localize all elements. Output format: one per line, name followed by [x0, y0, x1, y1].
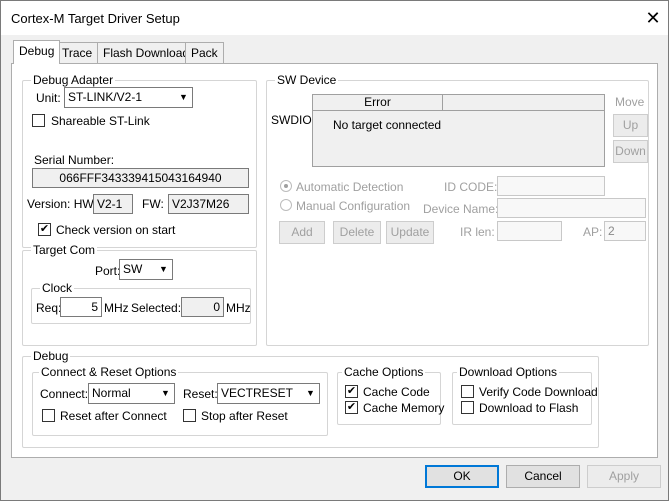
req-unit-label: MHz — [104, 301, 129, 315]
automatic-detection-radio[interactable] — [280, 180, 292, 192]
ap-field[interactable]: 2 — [604, 221, 646, 241]
chevron-down-icon: ▼ — [179, 92, 188, 102]
cache-memory-label: Cache Memory — [363, 401, 445, 415]
shareable-stlink-checkbox[interactable] — [32, 114, 45, 127]
id-code-field[interactable] — [497, 176, 605, 196]
download-to-flash-label: Download to Flash — [479, 401, 579, 415]
verify-code-download-label: Verify Code Download — [479, 385, 598, 399]
target-com-group: Target Com Port: SW ▼ Clock Req: 5 MHz S… — [22, 243, 257, 346]
port-label: Port: — [95, 264, 121, 278]
connect-reset-group: Connect & Reset Options Connect: Normal … — [32, 365, 328, 436]
verify-code-download-checkbox[interactable] — [461, 385, 474, 398]
check-version-checkbox[interactable]: ✔ — [38, 223, 51, 236]
connect-value: Normal — [92, 386, 131, 400]
add-button[interactable]: Add — [279, 221, 325, 244]
ir-len-label: IR len: — [460, 225, 495, 239]
port-value: SW — [123, 262, 143, 276]
unit-select[interactable]: ST-LINK/V2-1 ▼ — [64, 87, 193, 108]
stop-after-reset-checkbox[interactable] — [183, 409, 196, 422]
cache-code-label: Cache Code — [363, 385, 430, 399]
ir-len-field[interactable] — [497, 221, 562, 241]
dialog-title: Cortex-M Target Driver Setup — [11, 11, 180, 26]
debug-adapter-group: Debug Adapter Unit: ST-LINK/V2-1 ▼ Share… — [22, 73, 257, 248]
dialog-window: Cortex-M Target Driver Setup ✕ Debug Tra… — [0, 0, 669, 501]
reset-after-connect-checkbox[interactable] — [42, 409, 55, 422]
close-icon[interactable]: ✕ — [641, 7, 665, 29]
chevron-down-icon: ▼ — [159, 264, 168, 274]
cancel-button[interactable]: Cancel — [506, 465, 580, 488]
swdio-label: SWDIO — [271, 113, 312, 127]
device-name-field[interactable] — [497, 198, 646, 218]
sw-device-group: SW Device SWDIO Error No target connecte… — [266, 73, 649, 346]
debug-tab-panel: Debug Adapter Unit: ST-LINK/V2-1 ▼ Share… — [11, 63, 658, 458]
target-com-label: Target Com — [31, 243, 98, 257]
tab-debug[interactable]: Debug — [13, 40, 61, 64]
device-name-label: Device Name: — [423, 202, 499, 216]
manual-configuration-radio[interactable] — [280, 199, 292, 211]
fw-version-field: V2J37M26 — [168, 194, 249, 214]
sw-device-list[interactable]: Error No target connected — [312, 94, 605, 167]
serial-number-field: 066FFF343339415043164940 — [32, 168, 249, 188]
download-options-label: Download Options — [457, 365, 560, 379]
chevron-down-icon: ▼ — [161, 388, 170, 398]
shareable-stlink-label: Shareable ST-Link — [51, 114, 150, 128]
cache-options-label: Cache Options — [342, 365, 426, 379]
reset-select[interactable]: VECTRESET ▼ — [217, 383, 320, 404]
selected-label: Selected: — [131, 301, 182, 315]
hw-version-field: V2-1 — [93, 194, 133, 214]
automatic-detection-label: Automatic Detection — [296, 180, 404, 194]
reset-after-connect-label: Reset after Connect — [60, 409, 167, 423]
download-options-group: Download Options Verify Code Download Do… — [452, 365, 598, 425]
manual-configuration-label: Manual Configuration — [296, 199, 411, 213]
fw-label: FW: — [142, 197, 164, 211]
ap-label: AP: — [583, 225, 603, 239]
debug-options-group: Debug Connect & Reset Options Connect: N… — [22, 349, 599, 448]
column-header — [443, 95, 604, 111]
unit-label: Unit: — [36, 91, 61, 105]
reset-value: VECTRESET — [221, 386, 294, 400]
sw-device-label: SW Device — [275, 73, 339, 87]
download-to-flash-checkbox[interactable] — [461, 401, 474, 414]
move-up-button[interactable]: Up — [613, 114, 648, 137]
cache-code-checkbox[interactable]: ✔ — [345, 385, 358, 398]
debug-options-label: Debug — [31, 349, 71, 363]
debug-adapter-label: Debug Adapter — [31, 73, 116, 87]
update-button[interactable]: Update — [386, 221, 434, 244]
apply-button[interactable]: Apply — [587, 465, 661, 488]
id-code-label: ID CODE: — [444, 180, 498, 194]
title-bar: Cortex-M Target Driver Setup ✕ — [1, 1, 668, 35]
ok-button[interactable]: OK — [425, 465, 499, 488]
selected-unit-label: MHz — [226, 301, 251, 315]
tab-pack[interactable]: Pack — [185, 42, 224, 63]
version-hw-label: Version: HW: — [27, 197, 97, 211]
delete-button[interactable]: Delete — [333, 221, 381, 244]
stop-after-reset-label: Stop after Reset — [201, 409, 288, 423]
connect-reset-label: Connect & Reset Options — [39, 365, 179, 379]
serial-number-label: Serial Number: — [34, 153, 115, 167]
reset-label: Reset: — [183, 387, 218, 401]
cache-options-group: Cache Options ✔ Cache Code ✔ Cache Memor… — [337, 365, 445, 425]
move-down-button[interactable]: Down — [613, 140, 648, 163]
req-clock-input[interactable]: 5 — [60, 297, 102, 317]
cache-memory-checkbox[interactable]: ✔ — [345, 401, 358, 414]
clock-label: Clock — [40, 281, 75, 295]
check-version-label: Check version on start — [56, 223, 176, 237]
error-column-header: Error — [313, 95, 443, 111]
tab-flash-download[interactable]: Flash Download — [97, 42, 196, 63]
clock-group: Clock Req: 5 MHz Selected: 0 MHz — [31, 281, 251, 324]
chevron-down-icon: ▼ — [306, 388, 315, 398]
move-label: Move — [615, 95, 645, 109]
selected-clock-field: 0 — [181, 297, 224, 317]
tab-trace[interactable]: Trace — [56, 42, 99, 63]
req-label: Req: — [36, 301, 62, 315]
connect-select[interactable]: Normal ▼ — [88, 383, 175, 404]
sw-device-status: No target connected — [333, 118, 442, 132]
connect-label: Connect: — [40, 387, 89, 401]
port-select[interactable]: SW ▼ — [119, 259, 173, 280]
unit-value: ST-LINK/V2-1 — [68, 90, 143, 104]
